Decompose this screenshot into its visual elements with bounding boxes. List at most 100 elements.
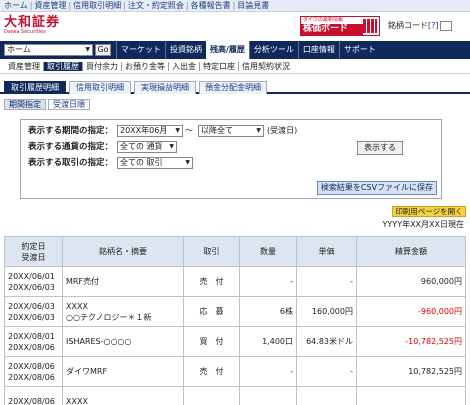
top-link-margin[interactable]: 信用取引明細 [73,1,121,10]
subtab-period[interactable]: 期間指定 [4,99,46,110]
cell-type: 売 付 [183,356,240,387]
main-nav: ホーム ▼ Go マーケット 投資銘柄 残高/履歴 分析ツール 口座情報 サポート [0,41,470,59]
top-links-bar: ホーム | 資産管理 | 信用取引明細 | 注文・約定照会 | 各種報告書 | 目論見書 [0,0,470,12]
home-select-value: ホーム [7,45,31,54]
save-csv-button[interactable]: 検索結果をCSVファイルに保存 [317,181,437,195]
print-page-button[interactable]: 印刷用ページを開く [392,206,466,217]
cell-name: XXXX ○○テクノロジー＊１新 [62,296,184,327]
cell-price: - [296,266,357,297]
table-row: 20XX/06/03 20XX/06/03 XXXX ○○テクノロジー＊１新 応 募… [4,296,466,327]
subnav-deposits[interactable]: お預り金等 [122,62,169,71]
subnav-trade-history[interactable]: 取引履歴 [44,62,83,71]
chevron-down-icon: ▼ [85,46,90,53]
cell-price [296,386,357,405]
stock-board-banner[interactable]: ダイワの最新情報 株価ボード [300,16,380,36]
separator: | [68,1,72,10]
header-amount: 精算金額 [356,236,466,267]
cell-type: 売 付 [183,266,240,297]
subnav-buying-power[interactable]: 買付余力 [83,62,122,71]
header-type: 取引 [183,236,240,267]
tab-dividends[interactable]: 預金分配金明細 [199,81,267,94]
go-button[interactable]: Go [95,44,111,56]
chevron-down-icon: ▼ [169,143,174,150]
table-header-row: 約定日 受渡日 銘柄名・摘要 取引 数量 単価 精算金額 [4,236,466,267]
cell-quantity: 1,400口 [239,326,297,357]
period-to-value: 以降全て [201,126,233,135]
banner-title: 株価ボード [301,24,363,35]
cell-type [183,386,240,405]
cell-price: - [296,356,357,387]
period-from-select[interactable]: 20XX年06月 ▼ [117,125,183,137]
settlement-date: 20XX/08/06 [8,342,55,352]
nav-market[interactable]: マーケット [116,41,165,59]
trade-type-select[interactable]: 全ての 取引 ▼ [117,157,193,169]
transactions-table: 約定日 受渡日 銘柄名・摘要 取引 数量 単価 精算金額 20XX/06/01 20… [4,236,466,405]
table-row-partial: 20XX/08/06 XXXX [4,386,466,405]
separator: | [123,1,126,10]
nav-support[interactable]: サポート [338,41,380,59]
cell-quantity: - [239,356,297,387]
trade-type-value: 全ての 取引 [120,158,163,167]
period-label: 表示する期間の指定： [28,126,114,136]
daiwa-logo[interactable]: 大和証券 Daiwa Securities [4,16,68,36]
top-link-orders[interactable]: 注文・約定照会 [128,1,184,10]
cell-amount [356,386,466,405]
top-link-home[interactable]: ホーム [4,1,28,10]
period-to-select[interactable]: 以降全て ▼ [198,125,264,137]
logo-subtext: Daiwa Securities [4,29,46,35]
tab-realized-pnl[interactable]: 実現損益明細 [134,81,196,94]
display-button[interactable]: 表示する [357,141,403,155]
security-name: ○○テクノロジー＊１新 [66,312,152,322]
security-name: ダイワMRF [66,367,108,376]
settlement-date: 20XX/08/06 [8,372,55,382]
cell-name: XXXX [62,386,184,405]
tab-trade-history[interactable]: 取引履歴明細 [4,81,66,94]
cell-dates: 20XX/08/01 20XX/08/06 [4,326,63,357]
top-link-prospectus[interactable]: 目論見書 [237,1,269,10]
filter-panel: 表示する期間の指定： 20XX年06月 ▼ ～ 以降全て ▼ (受渡日) 表示する通… [20,119,442,199]
help-link[interactable]: [?] [428,21,439,30]
currency-label: 表示する通貨の指定： [28,142,114,152]
subnav-assets[interactable]: 資産管理 [5,62,44,71]
trade-date: 20XX/08/06 [8,361,55,371]
header-quantity: 数量 [239,236,297,267]
nav-items: マーケット 投資銘柄 残高/履歴 分析ツール 口座情報 サポート [116,41,380,59]
table-row: 20XX/08/01 20XX/08/06 ISHARES-○○○○ 買 付 1,… [4,326,466,357]
trade-date: 20XX/08/01 [8,331,55,341]
tab-margin-details[interactable]: 信用取引明細 [69,81,131,94]
nav-balance-history[interactable]: 残高/履歴 [206,41,249,59]
subtab-settlement-order[interactable]: 受渡日順 [48,99,90,110]
cell-dates: 20XX/08/06 20XX/08/06 [4,356,63,387]
header-trade-date: 約定日 [21,241,46,251]
brand-bar: 大和証券 Daiwa Securities ダイワの最新情報 株価ボード 銘柄コ… [0,12,470,40]
cell-amount: -960,000円 [356,296,466,327]
header-dates: 約定日 受渡日 [4,236,63,267]
settlement-date: 20XX/06/03 [8,282,55,292]
stock-code-search: 銘柄コード[?] [388,20,452,31]
header-settlement-date: 受渡日 [21,252,46,262]
trade-type-label: 表示する取引の指定： [28,158,114,168]
subnav-specific-account[interactable]: 特定口座 [200,62,239,71]
cell-quantity: 6株 [239,296,297,327]
home-select[interactable]: ホーム ▼ [4,44,93,56]
period-from-value: 20XX年06月 [120,126,168,135]
top-link-assets[interactable]: 資産管理 [34,1,66,10]
cell-quantity [239,386,297,405]
subnav-margin-status[interactable]: 信用契約状況 [239,62,293,71]
period-tilde: ～ [185,126,193,135]
cell-type: 買 付 [183,326,240,357]
nav-analysis-tools[interactable]: 分析ツール [248,41,298,59]
settlement-date: 20XX/06/03 [8,312,55,322]
top-link-reports[interactable]: 各種報告書 [191,1,231,10]
chevron-down-icon: ▼ [256,127,261,134]
nav-account-info[interactable]: 口座情報 [297,41,339,59]
separator: | [29,1,33,10]
as-of-date: YYYY年XX月XX日現在 [382,220,464,229]
subnav-cash-in-out[interactable]: 入出金 [169,62,200,71]
header-price: 単価 [296,236,357,267]
currency-select[interactable]: 全ての 通貨 ▼ [117,141,177,153]
stock-code-input[interactable] [439,20,452,31]
chevron-down-icon: ▼ [185,159,190,166]
nav-investment[interactable]: 投資銘柄 [165,41,206,59]
period-note: (受渡日) [267,126,298,135]
